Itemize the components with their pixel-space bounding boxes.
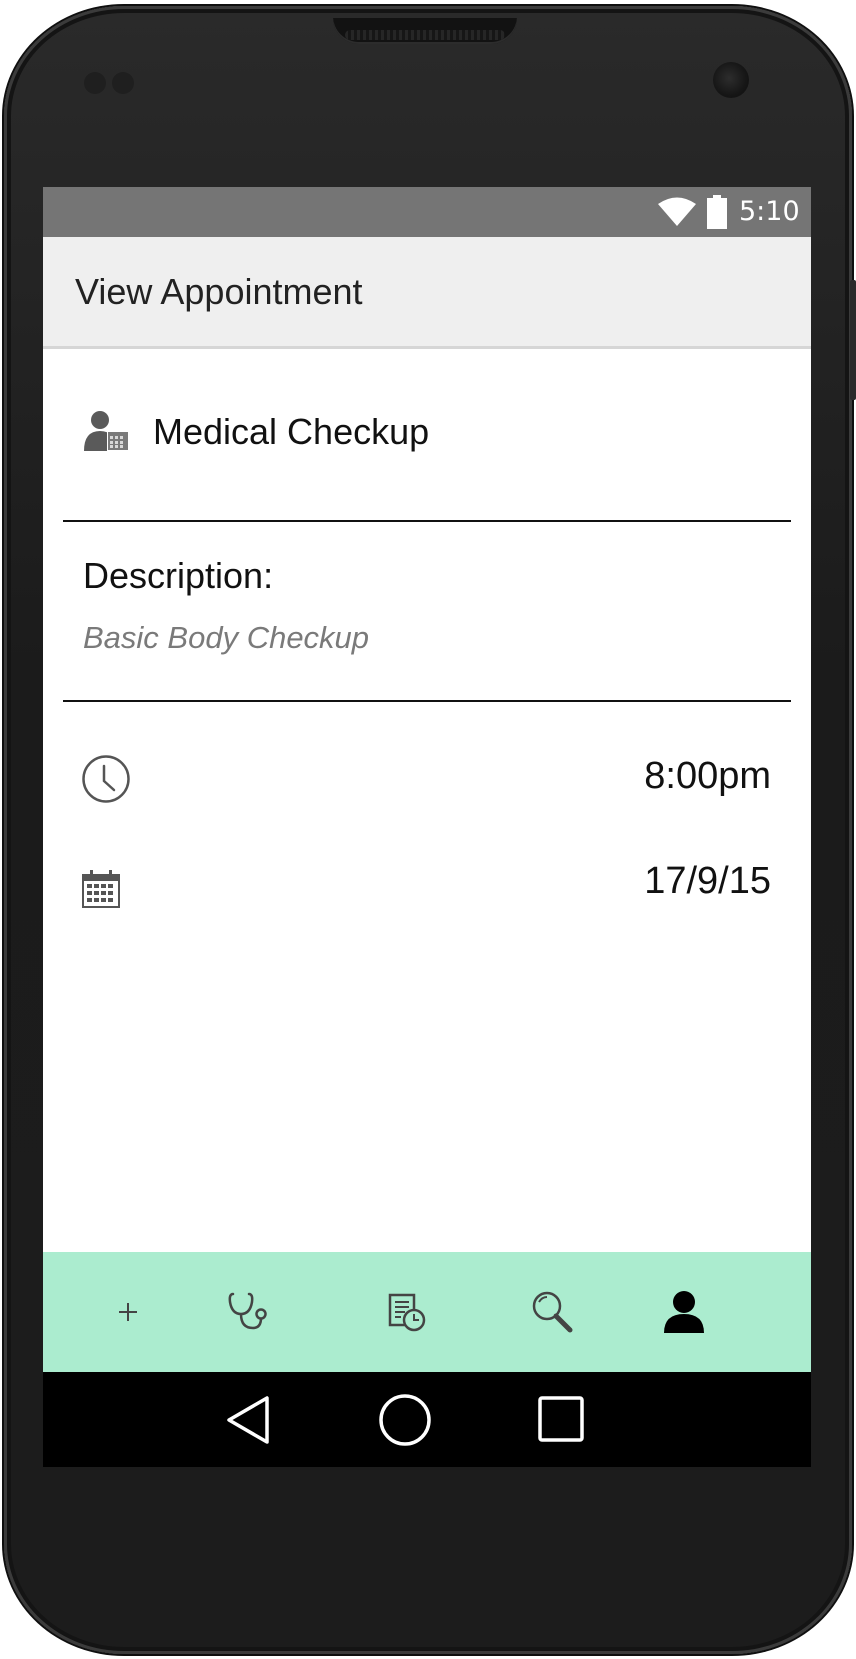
nav-search[interactable] — [522, 1282, 582, 1342]
power-button — [850, 280, 856, 400]
doctor-calendar-icon — [84, 411, 129, 451]
plus-icon — [119, 1303, 137, 1321]
screen: 5:10 View Appointment Medical Checkup De… — [43, 187, 811, 1467]
calendar-icon — [82, 870, 120, 908]
home-icon[interactable] — [377, 1392, 433, 1448]
bottom-navigation — [43, 1252, 811, 1372]
nav-schedule[interactable] — [377, 1282, 437, 1342]
schedule-icon — [388, 1293, 426, 1332]
description-label: Description: — [83, 555, 274, 596]
nav-add[interactable] — [98, 1282, 158, 1342]
stethoscope-icon — [228, 1292, 267, 1330]
nav-doctors[interactable] — [219, 1282, 279, 1342]
search-icon — [532, 1291, 573, 1333]
light-sensor — [112, 72, 134, 94]
system-navigation-bar — [43, 1372, 811, 1467]
divider — [63, 520, 791, 522]
person-icon — [664, 1291, 704, 1333]
proximity-sensor — [84, 72, 106, 94]
status-bar: 5:10 — [43, 187, 811, 237]
wifi-icon — [658, 197, 696, 226]
appointment-time: 8:00pm — [644, 755, 771, 797]
front-camera — [713, 62, 749, 98]
status-time: 5:10 — [739, 196, 800, 227]
appointment-title: Medical Checkup — [153, 411, 430, 452]
nav-profile[interactable] — [654, 1282, 714, 1342]
clock-icon — [82, 755, 130, 803]
appointment-date: 17/9/15 — [644, 860, 771, 902]
app-bar: View Appointment — [43, 237, 811, 349]
back-icon[interactable] — [221, 1392, 277, 1448]
battery-icon — [707, 195, 727, 229]
description-text: Basic Body Checkup — [83, 620, 370, 655]
divider — [63, 700, 791, 702]
speaker-grill — [345, 30, 505, 40]
phone-frame: 5:10 View Appointment Medical Checkup De… — [0, 0, 856, 1659]
page-title: View Appointment — [75, 271, 363, 312]
recents-icon[interactable] — [534, 1392, 590, 1448]
appointment-title-row: Medical Checkup — [43, 349, 811, 509]
